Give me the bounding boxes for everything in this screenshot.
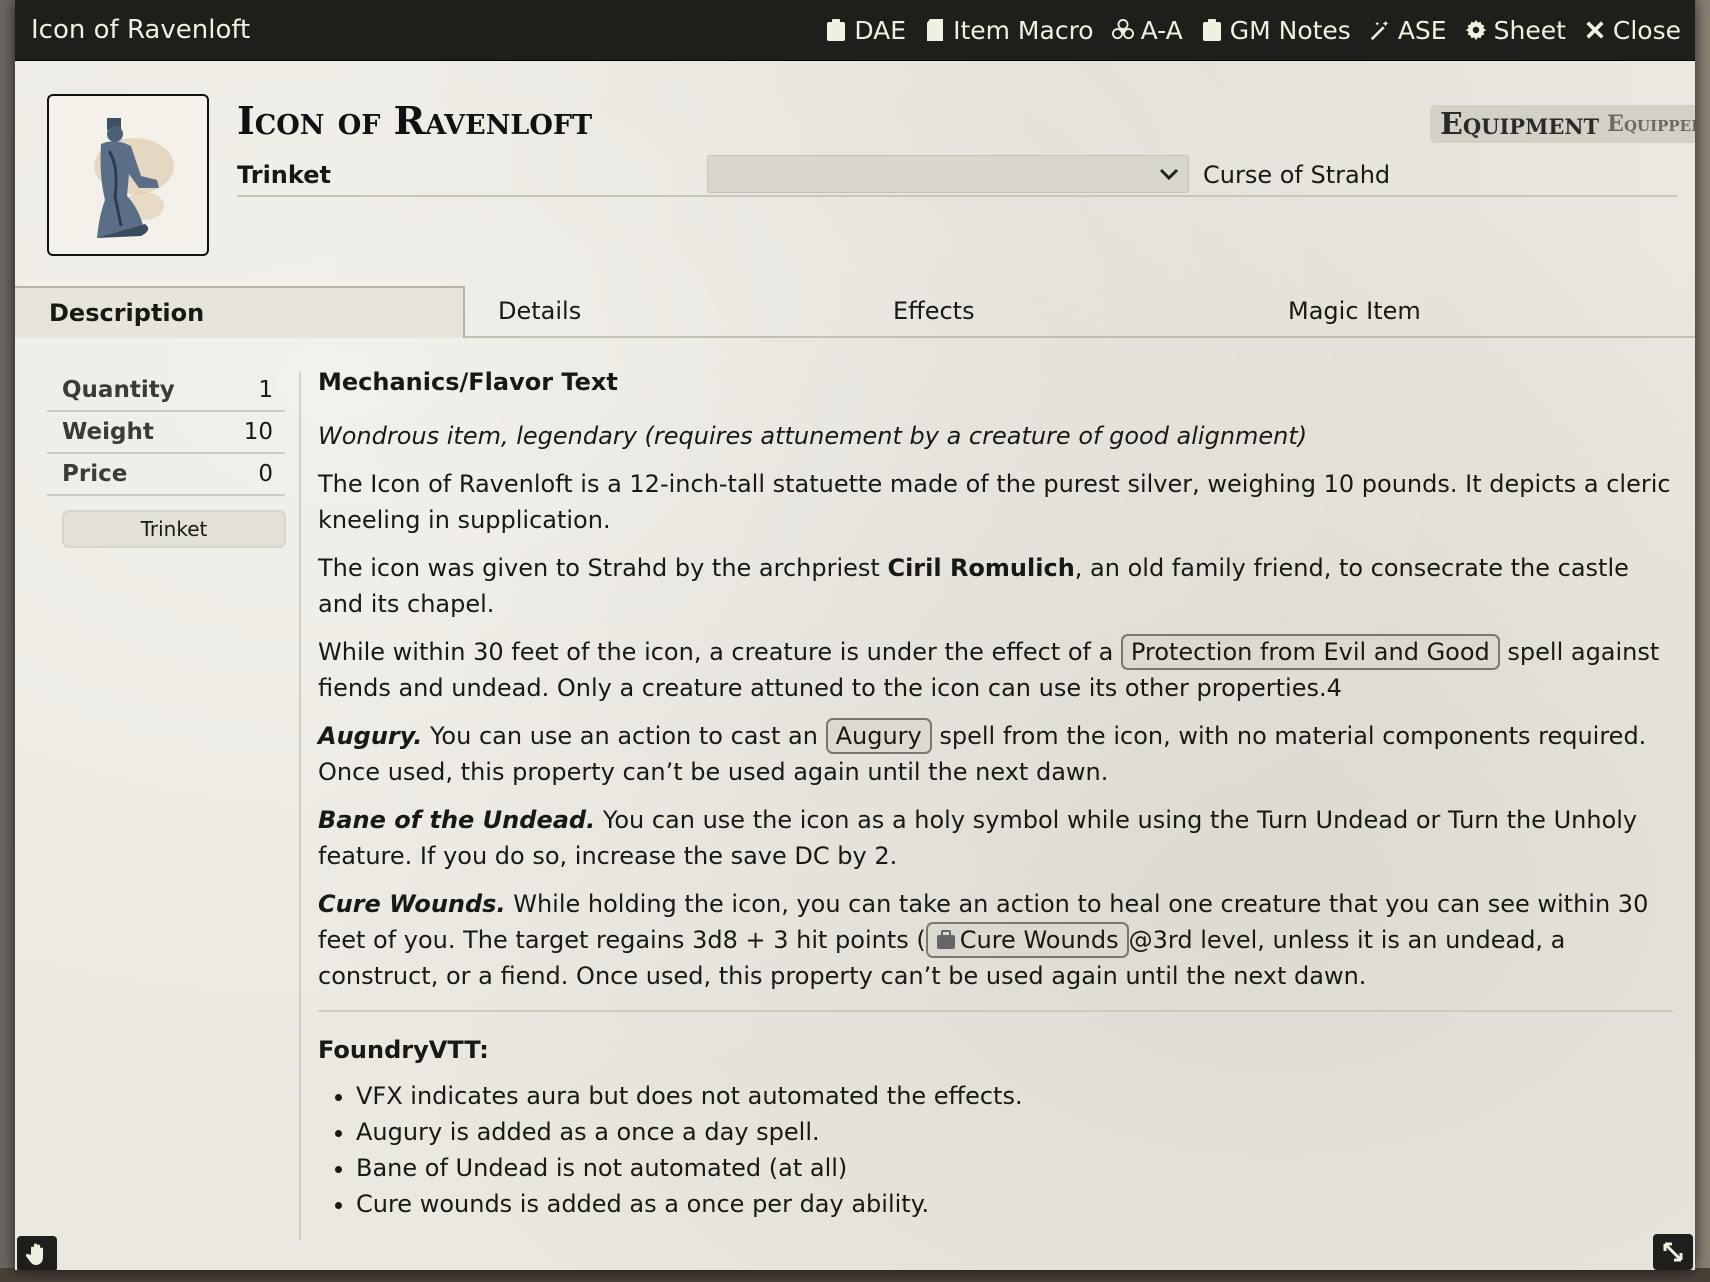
header-controls: DAE Item Macro A-A GM Notes ASE Sheet Cl… bbox=[825, 16, 1681, 45]
weight-label: Weight bbox=[62, 419, 154, 445]
augury-link[interactable]: Augury bbox=[825, 718, 932, 754]
list-item: Cure wounds is added as a once per day a… bbox=[356, 1186, 1673, 1222]
item-name[interactable]: Icon of Ravenloft bbox=[237, 98, 592, 143]
tab-underline bbox=[1255, 336, 1695, 338]
item-type: Equipment bbox=[1440, 106, 1600, 142]
tab-effects[interactable]: Effects bbox=[893, 286, 975, 336]
foundry-notes-list: VFX indicates aura but does not automate… bbox=[318, 1078, 1673, 1222]
ase-button[interactable]: ASE bbox=[1369, 16, 1447, 45]
item-macro-button-label: Item Macro bbox=[953, 15, 1094, 45]
weight-row: Weight 10 bbox=[47, 412, 285, 454]
a-a-button[interactable]: A-A bbox=[1111, 15, 1183, 45]
a-a-button-label: A-A bbox=[1140, 15, 1183, 45]
npc-name: Ciril Romulich bbox=[887, 554, 1075, 582]
text: While within 30 feet of the icon, a crea… bbox=[318, 638, 1121, 666]
close-button[interactable]: Close bbox=[1584, 16, 1681, 45]
item-tag-pill: Trinket bbox=[62, 510, 286, 548]
price-label: Price bbox=[62, 461, 128, 487]
description-content[interactable]: Mechanics/Flavor Text Wondrous item, leg… bbox=[318, 364, 1673, 1222]
gm-notes-button-label: GM Notes bbox=[1229, 15, 1351, 45]
item-sheet-window: Icon of Ravenloft DAE Item Macro A-A GM … bbox=[15, 0, 1695, 1270]
text: You can use an action to cast an bbox=[422, 722, 826, 750]
background-scene-right bbox=[1694, 0, 1710, 1282]
dae-button-label: DAE bbox=[854, 15, 907, 45]
tab-underline bbox=[861, 336, 1257, 338]
magic-wand-icon bbox=[1370, 20, 1389, 41]
cure-wounds-link[interactable]: Cure Wounds bbox=[925, 922, 1129, 958]
tab-magic-item[interactable]: Magic Item bbox=[1288, 286, 1421, 336]
sidebar-divider bbox=[299, 372, 301, 1240]
item-category-select[interactable] bbox=[707, 155, 1189, 193]
sheet-tabs: Description Details Effects Magic Item bbox=[15, 286, 1695, 338]
tab-magic-item-label: Magic Item bbox=[1288, 297, 1421, 325]
tab-details[interactable]: Details bbox=[498, 286, 581, 336]
sd-card-icon bbox=[927, 19, 944, 41]
sheet-button[interactable]: Sheet bbox=[1465, 16, 1566, 45]
cure-wounds-paragraph: Cure Wounds. While holding the icon, you… bbox=[318, 886, 1673, 994]
tab-description[interactable]: Description bbox=[15, 286, 465, 338]
item-portrait[interactable] bbox=[47, 94, 209, 256]
tab-effects-label: Effects bbox=[893, 297, 975, 325]
bane-paragraph: Bane of the Undead. You can use the icon… bbox=[318, 802, 1673, 874]
protection-from-evil-and-good-link[interactable]: Protection from Evil and Good bbox=[1120, 634, 1500, 670]
bane-title: Bane of the Undead. bbox=[318, 806, 596, 834]
weight-value[interactable]: 10 bbox=[244, 419, 273, 445]
window-title: Icon of Ravenloft bbox=[31, 15, 251, 45]
equipped-status[interactable]: Equipped bbox=[1607, 111, 1695, 137]
list-item: VFX indicates aura but does not automate… bbox=[356, 1078, 1673, 1114]
gm-notes-button[interactable]: GM Notes bbox=[1201, 16, 1351, 45]
window-header[interactable]: Icon of Ravenloft DAE Item Macro A-A GM … bbox=[15, 0, 1695, 61]
item-subtype: Trinket bbox=[237, 161, 331, 189]
close-button-label: Close bbox=[1612, 15, 1681, 45]
section-heading: Mechanics/Flavor Text bbox=[318, 368, 618, 396]
augury-paragraph: Augury. You can use an action to cast an… bbox=[318, 718, 1673, 790]
foundry-heading: FoundryVTT: bbox=[318, 1036, 489, 1064]
item-source[interactable]: Curse of Strahd bbox=[1189, 155, 1677, 195]
item-subheader: Trinket Curse of Strahd bbox=[237, 155, 1677, 197]
item-type-badge: Equipment Equipped bbox=[1430, 105, 1695, 143]
clipboard-icon bbox=[1202, 19, 1221, 41]
biohazard-icon bbox=[1111, 19, 1134, 40]
tab-underline bbox=[465, 336, 875, 338]
list-item: Augury is added as a once a day spell. bbox=[356, 1114, 1673, 1150]
hand-icon bbox=[25, 1243, 43, 1265]
text: The icon was given to Strahd by the arch… bbox=[318, 554, 888, 582]
tab-description-label: Description bbox=[49, 299, 205, 327]
augury-title: Augury. bbox=[318, 722, 423, 750]
ase-button-label: ASE bbox=[1397, 15, 1447, 45]
item-properties-sidebar: Quantity 1 Weight 10 Price 0 Trinket bbox=[47, 370, 286, 548]
clipboard-icon bbox=[827, 19, 846, 41]
chevron-down-icon bbox=[1159, 168, 1179, 181]
dae-button[interactable]: DAE bbox=[825, 16, 906, 45]
list-item: Bane of Undead is not automated (at all) bbox=[356, 1150, 1673, 1186]
close-icon bbox=[1586, 21, 1604, 39]
quantity-row: Quantity 1 bbox=[47, 370, 285, 412]
kneeling-cleric-statuette-image bbox=[94, 118, 174, 238]
resize-handle[interactable] bbox=[1653, 1234, 1693, 1270]
tab-details-label: Details bbox=[498, 297, 582, 325]
quantity-label: Quantity bbox=[62, 377, 175, 403]
pan-hand-button[interactable] bbox=[17, 1236, 57, 1270]
price-value[interactable]: 0 bbox=[258, 461, 273, 487]
cure-wounds-link-label: Cure Wounds bbox=[959, 926, 1119, 954]
sheet-button-label: Sheet bbox=[1493, 15, 1566, 45]
description-paragraph: The icon was given to Strahd by the arch… bbox=[318, 550, 1673, 622]
intro-line: Wondrous item, legendary (requires attun… bbox=[318, 418, 1673, 454]
description-paragraph: While within 30 feet of the icon, a crea… bbox=[318, 634, 1673, 706]
intro-text: Wondrous item, legendary (requires attun… bbox=[318, 422, 1308, 450]
price-row: Price 0 bbox=[47, 454, 285, 496]
cure-wounds-title: Cure Wounds. bbox=[318, 890, 506, 918]
resize-arrows-icon bbox=[1663, 1242, 1683, 1262]
section-divider bbox=[318, 1010, 1673, 1012]
suitcase-icon bbox=[936, 930, 955, 949]
gear-icon bbox=[1465, 19, 1486, 41]
description-paragraph: The Icon of Ravenloft is a 12-inch-tall … bbox=[318, 470, 1671, 534]
background-scene-bottom bbox=[0, 1268, 1710, 1282]
item-macro-button[interactable]: Item Macro bbox=[924, 16, 1094, 45]
quantity-value[interactable]: 1 bbox=[258, 377, 273, 403]
